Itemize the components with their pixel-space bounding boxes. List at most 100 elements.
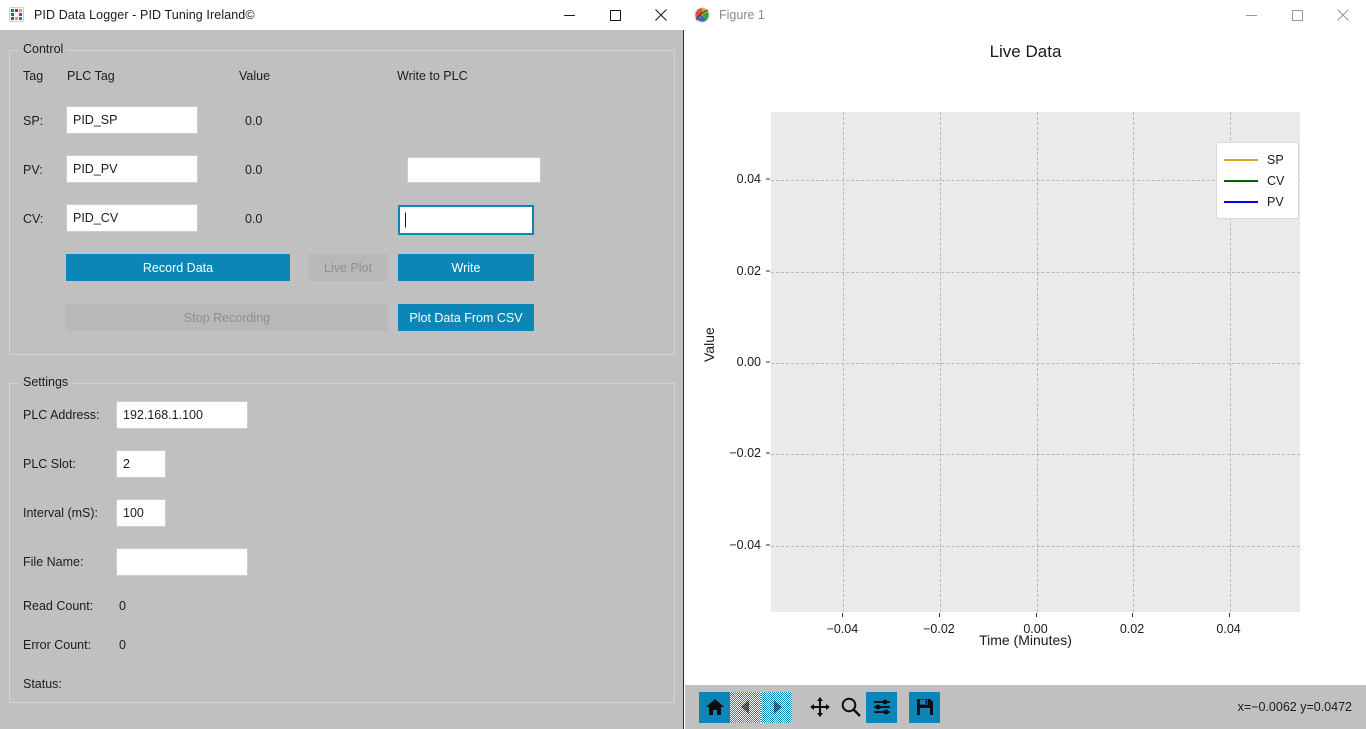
gridline-vertical [1133,112,1135,612]
x-tick-label: −0.02 [923,622,955,636]
pan-move-icon[interactable] [804,692,835,723]
column-header-value: Value [239,69,271,83]
y-tick-label: 0.04 [736,172,761,187]
pid-window-title: PID Data Logger - PID Tuning Ireland© [34,7,255,22]
column-header-tag: Tag [23,69,44,83]
y-tick-label: −0.04 [729,537,761,552]
zoom-magnifier-icon[interactable] [835,692,866,723]
error-count-value: 0 [119,638,126,652]
chart-legend: SP CV PV [1216,142,1299,219]
gridline-horizontal [771,271,1300,273]
plc-slot-input[interactable] [116,450,166,478]
column-header-write: Write to PLC [397,69,468,83]
y-tick-mark [766,270,770,272]
gridline-vertical [939,112,941,612]
legend-item: CV [1224,170,1289,191]
write-input-cv-wrapper[interactable] [398,205,534,235]
configure-subplots-icon[interactable] [866,691,897,723]
control-group: Control Tag PLC Tag Value Write to PLC S… [9,42,675,355]
file-name-input[interactable] [116,548,248,576]
x-tick-mark [1035,613,1037,617]
figure-close-button[interactable] [1320,0,1366,30]
y-tick-label: 0.02 [736,263,761,278]
legend-item: PV [1224,191,1289,212]
dot-grid-icon [8,6,25,23]
plc-tag-input-pv[interactable] [66,155,198,183]
value-readout-pv: 0.0 [245,163,263,177]
legend-label: PV [1267,194,1284,209]
plc-address-input[interactable] [116,401,248,429]
close-button[interactable] [638,0,684,30]
legend-label: SP [1267,152,1284,167]
maximize-button[interactable] [592,0,638,30]
y-tick-mark [766,544,770,546]
figure-toolbar: x=−0.0062 y=0.0472 [685,685,1366,729]
column-header-plc-tag: PLC Tag [67,69,115,83]
label-read-count: Read Count: [23,599,94,613]
value-readout-cv: 0.0 [245,212,263,226]
control-group-legend: Control [19,42,68,56]
settings-group-legend: Settings [19,375,73,389]
row-label-pv: PV: [23,163,43,177]
x-tick-label: −0.04 [826,622,859,636]
y-tick-label: −0.02 [729,446,761,461]
legend-item: SP [1224,149,1289,170]
y-tick-mark [766,452,770,454]
label-error-count: Error Count: [23,638,92,652]
interval-input[interactable] [116,499,166,527]
y-tick-mark [766,178,770,180]
matplotlib-icon [693,7,710,24]
settings-group: Settings PLC Address: PLC Slot: Interval… [9,375,675,703]
legend-label: CV [1267,173,1285,188]
figure-titlebar: Figure 1 [685,0,1366,30]
minimize-button[interactable] [546,0,592,30]
x-tick-mark [842,613,844,617]
write-input-sp[interactable] [407,157,541,183]
stop-recording-button: Stop Recording [66,304,388,331]
write-button[interactable]: Write [398,254,534,281]
plc-tag-input-cv[interactable] [66,204,198,232]
live-plot-button: Live Plot [308,254,388,281]
save-disk-icon[interactable] [909,691,940,723]
plot-from-csv-button[interactable]: Plot Data From CSV [398,304,534,331]
chart-title: Live Data [989,42,1062,61]
label-interval: Interval (mS): [23,506,99,520]
forward-arrow-icon [761,691,792,723]
gridline-horizontal [771,545,1300,547]
x-tick-mark [1132,613,1134,617]
figure-minimize-button[interactable] [1228,0,1274,30]
x-tick-mark [1228,613,1230,617]
pid-titlebar: PID Data Logger - PID Tuning Ireland© [0,0,684,30]
row-label-cv: CV: [23,212,44,226]
label-plc-slot: PLC Slot: [23,457,76,471]
x-tick-mark [938,613,940,617]
gridline-horizontal [771,363,1300,364]
matplotlib-figure-window: Figure 1 Live Data Value Time (Minutes) … [685,0,1366,729]
record-data-button[interactable]: Record Data [66,254,290,281]
pid-data-logger-window: PID Data Logger - PID Tuning Ireland© Co… [0,0,684,729]
figure-window-title: Figure 1 [719,8,765,22]
label-file-name: File Name: [23,555,84,569]
text-cursor [405,212,406,228]
value-readout-sp: 0.0 [245,114,263,128]
row-label-sp: SP: [23,114,44,128]
legend-line-swatch [1224,200,1258,203]
y-tick-mark [766,361,770,363]
gridline-vertical [1036,112,1038,612]
home-icon[interactable] [699,691,730,723]
legend-line-swatch [1224,158,1258,161]
x-tick-label: 0.04 [1216,622,1241,636]
label-status: Status: [23,677,62,691]
plot-axes[interactable]: SP CV PV [770,111,1301,613]
figure-window-controls [1228,0,1366,30]
plc-tag-input-sp[interactable] [66,106,198,134]
write-input-cv[interactable] [398,205,534,235]
y-axis-label: Value [701,327,717,362]
read-count-value: 0 [119,599,126,613]
figure-canvas[interactable]: Live Data Value Time (Minutes) SP CV PV 0.… [685,30,1366,685]
x-tick-label: 0.02 [1119,622,1145,636]
gridline-horizontal [771,454,1300,456]
figure-maximize-button[interactable] [1274,0,1320,30]
x-tick-label: 0.00 [1023,622,1048,636]
back-arrow-icon [730,691,761,723]
